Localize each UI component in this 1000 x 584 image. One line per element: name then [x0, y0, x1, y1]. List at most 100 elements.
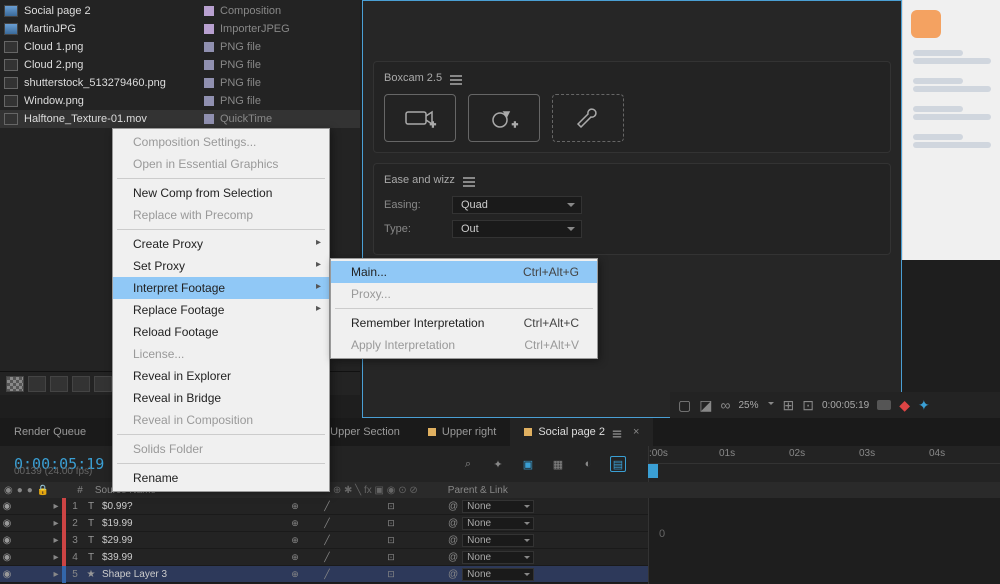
solo-column-icon[interactable]: ●: [27, 485, 33, 496]
boxcam-shape-button[interactable]: +: [468, 94, 540, 142]
guide-icon[interactable]: ⊡: [802, 397, 814, 414]
visibility-toggle-icon[interactable]: ◉: [0, 518, 14, 529]
project-item[interactable]: Cloud 1.png PNG file: [0, 38, 360, 56]
context-menu-item[interactable]: Reveal in Explorer: [113, 365, 329, 387]
parent-dropdown[interactable]: None: [462, 517, 534, 530]
switch-icon[interactable]: ⊡: [384, 533, 398, 547]
context-menu-item[interactable]: Replace Footage: [113, 299, 329, 321]
switch-icon[interactable]: [368, 550, 382, 564]
project-item[interactable]: MartinJPG ImporterJPEG: [0, 20, 360, 38]
project-item[interactable]: Social page 2 Composition: [0, 2, 360, 20]
context-menu-item[interactable]: Set Proxy: [113, 255, 329, 277]
layer-name[interactable]: $29.99: [98, 535, 288, 546]
switch-icon[interactable]: ⊡: [384, 567, 398, 581]
composition-tab[interactable]: Render Queue: [0, 418, 100, 446]
mask-icon[interactable]: ◪: [699, 397, 712, 414]
context-menu-item[interactable]: Reveal in Bridge: [113, 387, 329, 409]
switch-icon[interactable]: [352, 550, 366, 564]
visibility-toggle-icon[interactable]: ◉: [0, 552, 14, 563]
eye-column-icon[interactable]: [4, 485, 13, 496]
visibility-toggle-icon[interactable]: ◉: [0, 535, 14, 546]
zoom-value[interactable]: 25%: [738, 400, 758, 411]
project-item[interactable]: Cloud 2.png PNG file: [0, 56, 360, 74]
parent-dropdown[interactable]: None: [462, 568, 534, 581]
switch-icon[interactable]: ⊕: [288, 567, 302, 581]
switch-icon[interactable]: [304, 567, 318, 581]
composition-tab[interactable]: Social page 2×: [510, 418, 653, 446]
project-item[interactable]: shutterstock_513279460.png PNG file: [0, 74, 360, 92]
switch-icon[interactable]: [352, 499, 366, 513]
switch-icon[interactable]: [368, 516, 382, 530]
close-icon[interactable]: ×: [633, 426, 639, 438]
parent-dropdown[interactable]: None: [462, 534, 534, 547]
submenu-item[interactable]: Main...Ctrl+Alt+G: [331, 261, 597, 283]
pickwhip-icon[interactable]: @: [448, 569, 458, 580]
switch-icon[interactable]: ⊡: [384, 499, 398, 513]
chevron-down-icon[interactable]: [766, 400, 774, 411]
lock-column-icon[interactable]: 🔒: [37, 485, 49, 496]
switch-icon[interactable]: [352, 567, 366, 581]
parent-dropdown[interactable]: None: [462, 551, 534, 564]
chevron-right-icon[interactable]: ▸: [50, 552, 62, 563]
switch-icon[interactable]: ⊡: [384, 550, 398, 564]
graph-editor-icon[interactable]: ▤: [610, 456, 626, 472]
pickwhip-icon[interactable]: @: [448, 501, 458, 512]
switch-icon[interactable]: [368, 499, 382, 513]
snapshot-icon[interactable]: [877, 400, 891, 410]
monitor-icon[interactable]: ▢: [678, 397, 691, 414]
switch-icon[interactable]: [336, 499, 350, 513]
boxcam-settings-button[interactable]: [552, 94, 624, 142]
switch-icon[interactable]: ⊕: [288, 533, 302, 547]
exposure-icon[interactable]: ✦: [918, 397, 930, 414]
switch-icon[interactable]: [336, 516, 350, 530]
ease-dropdown[interactable]: Out: [452, 220, 582, 238]
pickwhip-icon[interactable]: @: [448, 552, 458, 563]
hamburger-icon[interactable]: [463, 181, 475, 183]
switch-icon[interactable]: ╱: [320, 567, 334, 581]
pickwhip-icon[interactable]: @: [448, 535, 458, 546]
switch-icon[interactable]: ⊕: [288, 499, 302, 513]
switch-icon[interactable]: ╱: [320, 499, 334, 513]
project-item[interactable]: Window.png PNG file: [0, 92, 360, 110]
footer-time[interactable]: 0:00:05:19: [822, 400, 869, 411]
switch-icon[interactable]: [352, 533, 366, 547]
time-ruler[interactable]: :00s01s02s03s04s: [648, 446, 1000, 482]
bpc-button[interactable]: [28, 376, 46, 392]
tab-menu-icon[interactable]: [613, 433, 621, 434]
switch-icon[interactable]: [368, 567, 382, 581]
comp-mini-icon[interactable]: ✦: [490, 456, 506, 472]
switch-icon[interactable]: [304, 499, 318, 513]
switch-icon[interactable]: [352, 516, 366, 530]
boxcam-camera-button[interactable]: +: [384, 94, 456, 142]
glasses-icon[interactable]: ∞: [720, 397, 730, 413]
motion-blur-icon[interactable]: ◐: [580, 456, 596, 472]
switch-icon[interactable]: ╱: [320, 533, 334, 547]
context-menu-item[interactable]: Rename: [113, 467, 329, 489]
channel-icon[interactable]: ◆: [899, 397, 910, 414]
switch-icon[interactable]: ⊡: [384, 516, 398, 530]
switch-icon[interactable]: [304, 550, 318, 564]
switch-icon[interactable]: [336, 533, 350, 547]
switch-icon[interactable]: ⊕: [288, 516, 302, 530]
chevron-right-icon[interactable]: ▸: [50, 535, 62, 546]
context-menu-item[interactable]: Interpret Footage: [113, 277, 329, 299]
switch-icon[interactable]: ╱: [320, 550, 334, 564]
context-menu-item[interactable]: Reload Footage: [113, 321, 329, 343]
new-folder-icon[interactable]: [50, 376, 68, 392]
playhead[interactable]: [648, 464, 658, 478]
speaker-column-icon[interactable]: ●: [17, 485, 23, 496]
delete-icon[interactable]: [94, 376, 112, 392]
context-menu-item[interactable]: New Comp from Selection: [113, 182, 329, 204]
new-comp-icon[interactable]: [72, 376, 90, 392]
pickwhip-icon[interactable]: @: [448, 518, 458, 529]
layer-name[interactable]: $39.99: [98, 552, 288, 563]
visibility-toggle-icon[interactable]: ◉: [0, 569, 14, 580]
shy-icon[interactable]: ▣: [520, 456, 536, 472]
switch-icon[interactable]: [368, 533, 382, 547]
project-item[interactable]: Halftone_Texture-01.mov QuickTime: [0, 110, 360, 128]
switch-icon[interactable]: [336, 567, 350, 581]
visibility-toggle-icon[interactable]: ◉: [0, 501, 14, 512]
transparency-toggle-icon[interactable]: [6, 376, 24, 392]
switch-icon[interactable]: ⊕: [288, 550, 302, 564]
switch-icon[interactable]: [304, 516, 318, 530]
